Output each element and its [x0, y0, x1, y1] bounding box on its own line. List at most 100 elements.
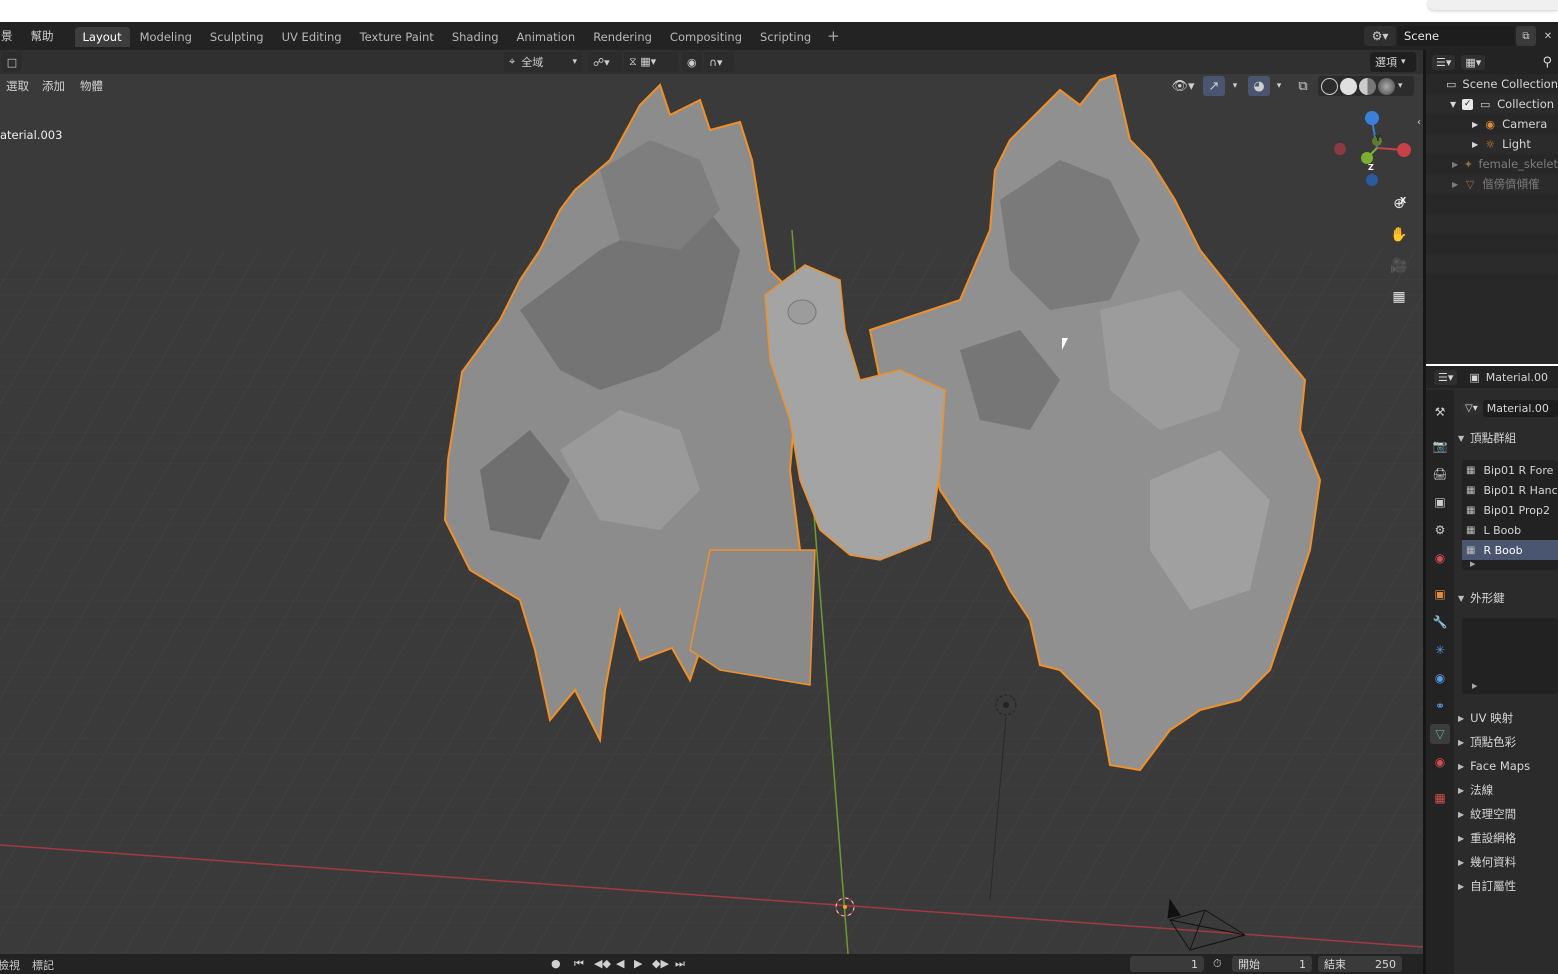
- menu-object[interactable]: 物體: [80, 78, 103, 94]
- mesh-data-tab-icon[interactable]: ▽: [1430, 724, 1450, 744]
- expand-icon[interactable]: ▶: [1452, 160, 1458, 169]
- transform-orientation-dropdown[interactable]: ⌖ 全域 ▾: [504, 52, 582, 72]
- scene-name-field[interactable]: Scene: [1398, 26, 1514, 46]
- gizmo-y-label[interactable]: Y: [1375, 134, 1381, 143]
- tool-tab-icon[interactable]: ⚒: [1430, 402, 1450, 422]
- end-frame-field[interactable]: 結束 250: [1318, 956, 1402, 972]
- collapse-sidebar-icon[interactable]: ‹: [1408, 112, 1423, 132]
- tab-texture-paint[interactable]: Texture Paint: [352, 27, 442, 47]
- face-maps-header[interactable]: ▶ Face Maps: [1458, 756, 1558, 776]
- play-reverse-icon[interactable]: ◀: [616, 957, 624, 970]
- expand-icon[interactable]: ▶: [1472, 140, 1478, 149]
- select-box-icon[interactable]: □: [2, 52, 22, 72]
- outliner-row-scene-collection[interactable]: ▭ Scene Collection: [1426, 74, 1558, 94]
- pivot-point-icon[interactable]: ☍▾: [588, 52, 622, 72]
- list-resize-icon[interactable]: ▶: [1462, 560, 1558, 568]
- material-tab-icon[interactable]: ◉: [1430, 752, 1450, 772]
- options-dropdown[interactable]: 選項 ▾: [1370, 52, 1416, 72]
- physics-tab-icon[interactable]: ◉: [1430, 668, 1450, 688]
- gizmo-z-label[interactable]: Z: [1368, 163, 1374, 172]
- start-frame-field[interactable]: 開始 1: [1232, 956, 1312, 972]
- mesh-data-name-field[interactable]: Material.00: [1482, 399, 1558, 417]
- custom-properties-header[interactable]: ▶ 自訂屬性: [1458, 876, 1558, 896]
- outliner-row-camera[interactable]: ▶ ◉ Camera: [1426, 114, 1558, 134]
- search-icon[interactable]: ⚲: [1542, 55, 1552, 70]
- add-workspace-button[interactable]: +: [821, 27, 846, 45]
- outliner-row-collection[interactable]: ▼ ✓ ▭ Collection: [1426, 94, 1558, 114]
- current-frame-field[interactable]: 1: [1130, 956, 1204, 972]
- menu-select[interactable]: 選取: [6, 78, 29, 94]
- checkbox-icon[interactable]: ✓: [1462, 98, 1474, 110]
- record-icon[interactable]: ●: [551, 957, 561, 970]
- vertex-colors-header[interactable]: ▶ 頂點色彩: [1458, 732, 1558, 752]
- falloff-curve-icon[interactable]: ∩▾: [704, 52, 734, 72]
- list-item-selected[interactable]: ▦ R Boob: [1462, 540, 1558, 560]
- material-shading-icon[interactable]: [1359, 77, 1376, 95]
- tab-scripting[interactable]: Scripting: [752, 27, 819, 47]
- tab-shading[interactable]: Shading: [444, 27, 507, 47]
- texture-space-header[interactable]: ▶ 紋理空間: [1458, 804, 1558, 824]
- chevron-down-icon[interactable]: ▾: [1398, 81, 1403, 91]
- play-icon[interactable]: ▶: [634, 957, 642, 970]
- timeline-marker-menu[interactable]: 標記: [32, 957, 54, 973]
- expand-icon[interactable]: ▼: [1450, 100, 1456, 109]
- tab-sculpting[interactable]: Sculpting: [202, 27, 272, 47]
- perspective-grid-icon[interactable]: ▦: [1386, 284, 1412, 310]
- pan-hand-icon[interactable]: ✋: [1386, 222, 1412, 248]
- camera-view-icon[interactable]: 🎥: [1386, 253, 1412, 279]
- visibility-eye-icon[interactable]: 👁▾: [1168, 76, 1198, 96]
- view-layer-tab-icon[interactable]: ▣: [1430, 492, 1450, 512]
- shape-keys-header[interactable]: ▼ 外形鍵: [1458, 588, 1558, 608]
- chevron-down-icon[interactable]: ▾: [1224, 76, 1246, 96]
- scene-tab-icon[interactable]: ⚙: [1430, 520, 1450, 540]
- list-resize-icon[interactable]: ▶: [1472, 682, 1477, 690]
- tab-modeling[interactable]: Modeling: [132, 27, 200, 47]
- editor-type-icon[interactable]: ☰▾: [1434, 369, 1458, 385]
- normals-header[interactable]: ▶ 法線: [1458, 780, 1558, 800]
- menu-view-partial[interactable]: 景: [0, 28, 18, 44]
- outliner-row-armature[interactable]: ▶ ✦ female_skelet: [1426, 154, 1558, 174]
- new-scene-icon[interactable]: ⧉: [1516, 26, 1536, 46]
- 3d-viewport[interactable]: X Y Z □ ⌖ 全域 ▾ ☍▾ ⧖ ▦▾ ◉ ∩▾ 選項 ▾ 選取 添加 物…: [0, 50, 1423, 954]
- stopwatch-icon[interactable]: ⏱: [1213, 957, 1222, 971]
- mesh-browse-icon[interactable]: ▽▾: [1462, 401, 1481, 415]
- menu-help[interactable]: 幫助: [26, 28, 59, 44]
- list-item[interactable]: ▦ Bip01 R Fore: [1462, 460, 1558, 480]
- wireframe-shading-icon[interactable]: [1321, 77, 1338, 95]
- uv-maps-header[interactable]: ▶ UV 映射: [1458, 708, 1558, 728]
- outliner-row-light[interactable]: ▶ ☼ Light: [1426, 134, 1558, 154]
- render-tab-icon[interactable]: 📷: [1430, 436, 1450, 456]
- timeline-view-menu[interactable]: 檢視: [0, 957, 20, 973]
- next-keyframe-icon[interactable]: ◆▶: [652, 957, 669, 970]
- jump-end-icon[interactable]: ⏭: [675, 957, 685, 971]
- overlays-icon[interactable]: ◕: [1248, 76, 1270, 96]
- solid-shading-icon[interactable]: [1340, 77, 1357, 95]
- prev-keyframe-icon[interactable]: ◀◆: [594, 957, 611, 970]
- jump-start-icon[interactable]: ⏮: [574, 957, 584, 971]
- xray-toggle-icon[interactable]: ⧉: [1292, 76, 1314, 96]
- editor-type-icon[interactable]: ☰▾: [1432, 54, 1456, 70]
- gizmo-toggle-icon[interactable]: ↗: [1203, 76, 1225, 96]
- chevron-down-icon[interactable]: ▾: [1268, 76, 1290, 96]
- list-item[interactable]: ▦ Bip01 Prop2: [1462, 500, 1558, 520]
- world-tab-icon[interactable]: ◉: [1430, 548, 1450, 568]
- rendered-shading-icon[interactable]: [1378, 77, 1395, 95]
- tab-uv-editing[interactable]: UV Editing: [274, 27, 350, 47]
- tab-compositing[interactable]: Compositing: [662, 27, 750, 47]
- texture-tab-icon[interactable]: ▦: [1430, 788, 1450, 808]
- zoom-icon[interactable]: ⊕: [1386, 191, 1412, 217]
- proportional-editing-icon[interactable]: ◉: [682, 52, 702, 72]
- remesh-header[interactable]: ▶ 重設網格: [1458, 828, 1558, 848]
- list-item[interactable]: ▦ L Boob: [1462, 520, 1558, 540]
- vertex-groups-header[interactable]: ▼ 頂點群組: [1458, 428, 1558, 448]
- constraints-tab-icon[interactable]: ⚭: [1430, 696, 1450, 716]
- object-tab-icon[interactable]: ▣: [1430, 584, 1450, 604]
- tab-layout[interactable]: Layout: [74, 27, 130, 47]
- delete-scene-icon[interactable]: ✕: [1538, 26, 1558, 46]
- list-item[interactable]: ▦ Bip01 R Hanc: [1462, 480, 1558, 500]
- tab-animation[interactable]: Animation: [509, 27, 584, 47]
- output-tab-icon[interactable]: 🖨: [1430, 464, 1450, 484]
- modifier-tab-icon[interactable]: 🔧: [1430, 612, 1450, 632]
- snap-toggle-icon[interactable]: ⧖ ▦▾: [624, 52, 678, 72]
- menu-add[interactable]: 添加: [42, 78, 65, 94]
